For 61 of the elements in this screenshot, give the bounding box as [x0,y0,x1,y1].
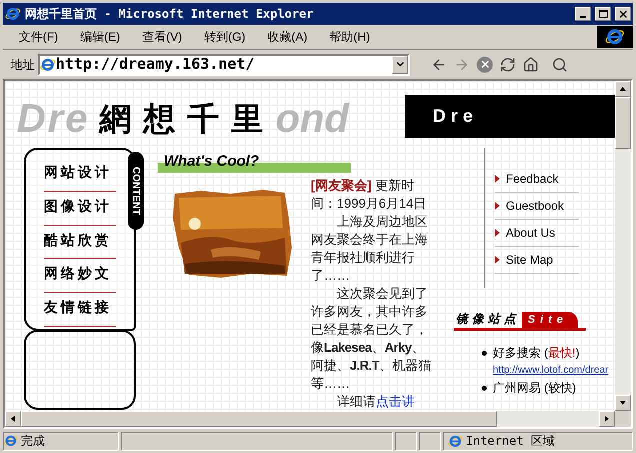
nav-link[interactable]: 友情链接 [44,295,116,327]
menu-item[interactable]: 编辑(E) [74,28,126,46]
nav-link[interactable]: 酷站欣赏 [44,228,116,260]
article-paragraph: 上海及周边地区网友聚会终于在上海青年报社顺利进行了…… [311,213,429,285]
vertical-scrollbar[interactable] [615,81,631,411]
window-title: 网想千里首页 - Microsoft Internet Explorer [25,6,315,23]
dropdown-button[interactable] [392,56,408,74]
scroll-thumb[interactable] [21,411,497,427]
nav-link[interactable]: 图像设计 [44,194,116,226]
scroll-thumb[interactable] [615,97,631,149]
home-icon[interactable] [523,56,539,72]
zone-text: Internet 区域 [466,433,556,450]
arrow-icon [495,229,500,237]
article-paragraph: 这次聚会见到了许多网友，其中许多已经是慕名已久了，像Lakesea、Arky、阿捷、J.R.T、机器猫等…… [311,285,432,393]
close-icon [618,8,628,20]
menu-item[interactable]: 转到(G) [198,28,252,46]
refresh-icon[interactable] [500,56,516,72]
app-icon [5,6,21,22]
side-link[interactable]: Guestbook [506,197,564,215]
zone-icon [448,434,463,448]
banner: Dre [405,95,615,138]
bullet-icon [482,386,487,390]
side-link[interactable]: Feedback [506,170,559,188]
back-icon[interactable] [431,56,447,72]
status-panel [395,432,417,450]
status-text: 完成 [21,433,45,450]
nav-link[interactable]: 网站设计 [44,160,116,192]
arrow-icon [495,175,500,183]
status-panel [419,432,441,450]
minimize-button[interactable] [575,7,591,21]
mirror-link[interactable]: http://www.lotof.com/drear [493,363,615,378]
site-badge: Site [522,312,578,328]
page-icon [40,56,56,72]
stop-icon[interactable] [477,56,493,72]
article-more: 详细请点击讲 [336,393,416,411]
logo-faded-text: Dre [17,96,90,143]
article-date: [网友聚会] 更新时间：1999月6月14日 [311,177,428,213]
search-icon[interactable] [552,56,568,72]
menu-item[interactable]: 文件(F) [13,28,64,46]
mirror-site: 广州网易 (较快) [493,380,576,397]
maximize-button[interactable] [595,7,611,21]
browser-logo-icon [605,27,625,47]
bullet-icon [482,350,487,356]
article-link[interactable]: 点击讲 [376,394,415,409]
site-title: 網想千里 [100,100,276,139]
nav-link[interactable]: 网络妙文 [44,261,116,294]
side-link[interactable]: About Us [506,224,556,242]
logo-faded-text: ond [276,96,350,143]
address-field[interactable]: http://dreamy.163.net/ [38,54,410,76]
mirror-title: 镜像站点 [455,311,521,328]
arrow-icon [495,256,500,264]
menu-item[interactable]: 查看(V) [136,28,188,46]
side-link[interactable]: Site Map [506,251,554,269]
menu-item[interactable]: 收藏(A) [262,28,314,46]
address-label: 地址 [11,56,35,74]
mirror-site: 好多搜索 (最快!) [493,345,580,362]
status-icon [4,434,18,448]
arrow-icon [495,202,500,210]
close-button[interactable] [615,7,631,21]
horizontal-scrollbar[interactable] [5,411,615,427]
menu-item[interactable]: 帮助(H) [324,28,376,46]
